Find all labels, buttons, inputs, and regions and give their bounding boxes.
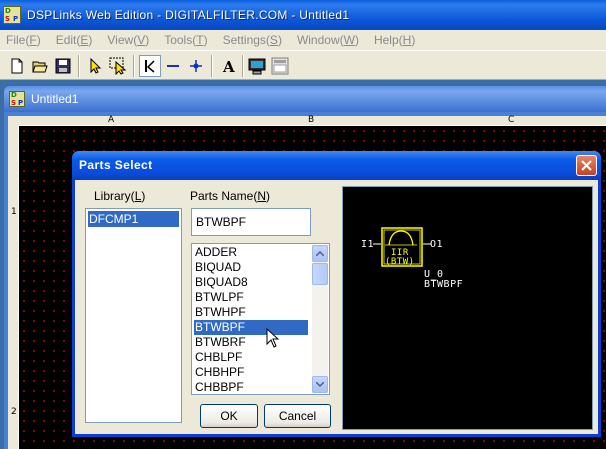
column-label-c: C (508, 115, 515, 125)
scroll-up-button[interactable] (312, 245, 328, 262)
row-label-2: 2 (11, 407, 17, 417)
monitor-icon[interactable] (246, 55, 268, 77)
list-item[interactable]: CHBLPF (194, 350, 308, 365)
select-pointer-icon[interactable] (84, 55, 106, 77)
dialog-title: Parts Select (79, 158, 153, 172)
menu-settings-label: Settings (222, 33, 266, 47)
toolbar-separator (78, 55, 80, 77)
library-list[interactable]: DFCMP1 (85, 208, 182, 423)
logo-letter-s: S (5, 15, 11, 23)
menu-settings-key: S (269, 33, 278, 47)
menu-tools-label: Tools (164, 33, 193, 47)
list-item[interactable]: BTWHPF (194, 305, 308, 320)
menu-file-label: File (6, 33, 26, 47)
block-label-btw: (BTW) (385, 257, 415, 267)
app-title: DSPLinks Web Edition - DIGITALFILTER.COM… (27, 8, 350, 22)
menu-settings[interactable]: Settings(S) (223, 33, 282, 47)
document-logo-icon: D S P (9, 91, 25, 107)
list-item[interactable]: BTWBRF (194, 335, 308, 350)
menu-view[interactable]: View(V) (107, 33, 149, 47)
menu-edit[interactable]: Edit(E) (56, 33, 93, 47)
wire-tool-icon[interactable] (139, 55, 161, 77)
menu-window[interactable]: Window(W) (297, 33, 359, 47)
toolbar-separator (211, 55, 213, 77)
parts-name-label-text: Parts Name( (190, 189, 258, 203)
chevron-down-icon (316, 382, 324, 387)
list-item-selected[interactable]: BTWBPF (194, 320, 308, 335)
document-title-bar[interactable]: D S P Untitled1 (4, 86, 606, 112)
parts-scrollbar[interactable] (312, 245, 328, 393)
menu-window-key: W (343, 33, 355, 47)
list-item[interactable]: ADDER (194, 245, 308, 260)
menu-tools-key: T (196, 33, 204, 47)
dialog-body: Library(L) Parts Name(N) DFCMP1 BTWBPF A… (75, 180, 598, 434)
part-name-label: BTWBPF (424, 279, 464, 290)
junction-tool-icon[interactable] (185, 55, 207, 77)
cancel-button[interactable]: Cancel (264, 404, 331, 428)
column-label-a: A (108, 115, 115, 125)
new-file-icon[interactable] (6, 55, 28, 77)
dialog-title-bar[interactable]: Parts Select (72, 151, 601, 180)
parts-name-input[interactable]: BTWBPF (191, 208, 311, 236)
properties-icon[interactable] (269, 55, 291, 77)
scroll-down-button[interactable] (312, 376, 328, 393)
save-icon[interactable] (52, 55, 74, 77)
select-area-icon[interactable] (107, 55, 129, 77)
ok-button[interactable]: OK (200, 404, 258, 428)
list-item[interactable]: BIQUAD8 (194, 275, 308, 290)
menubar: File(F) Edit(E) View(V) Tools(T) Setting… (0, 30, 606, 50)
menu-view-label: View (107, 33, 134, 47)
chevron-up-icon (316, 251, 324, 256)
logo-letter-p: P (13, 15, 19, 23)
menu-tools[interactable]: Tools(T) (164, 33, 207, 47)
parts-name-label-end: ) (266, 189, 271, 203)
menu-window-label: Window (296, 33, 340, 47)
toolbar-separator (242, 55, 244, 77)
toolbar-separator (133, 55, 135, 77)
mouse-cursor-icon (266, 328, 280, 348)
output-pin-label: O1 (430, 239, 444, 250)
logo-letter-d: D (5, 7, 11, 15)
toolbar: A (0, 50, 606, 80)
close-button[interactable] (576, 155, 597, 176)
library-item-dfcmp1[interactable]: DFCMP1 (88, 211, 179, 227)
list-item[interactable]: CHBHPF (194, 365, 308, 380)
doc-logo-letter-p: P (18, 99, 24, 107)
input-pin-line (373, 243, 381, 245)
menu-file-key: F (29, 33, 37, 47)
library-label: Library(L) (94, 189, 145, 203)
menu-file[interactable]: File(F) (6, 33, 41, 47)
library-label-text: Library( (94, 189, 135, 203)
scroll-thumb[interactable] (312, 263, 328, 285)
part-preview: I1 IIR (BTW) O1 U_0 BTWBPF (342, 186, 593, 430)
list-item[interactable]: CHBBPF (194, 380, 308, 394)
line-tool-icon[interactable] (162, 55, 184, 77)
menu-help-key: H (402, 33, 412, 47)
svg-text:A: A (222, 58, 235, 74)
parts-name-label-key: N (257, 189, 267, 203)
menu-edit-label: Edit (55, 33, 77, 47)
text-tool-icon[interactable]: A (217, 55, 239, 77)
list-item[interactable]: BTWLPF (194, 290, 308, 305)
column-ruler: A B C (8, 116, 606, 125)
document-title: Untitled1 (31, 92, 79, 106)
close-icon (581, 160, 592, 171)
library-label-end: ) (141, 189, 146, 203)
open-folder-icon[interactable] (29, 55, 51, 77)
row-ruler: 1 2 (8, 125, 18, 449)
app-logo-icon: D S P (3, 6, 21, 24)
column-label-b: B (308, 115, 315, 125)
menu-edit-key: E (80, 33, 89, 47)
menu-help[interactable]: Help(H) (374, 33, 415, 47)
doc-logo-letter-d: D (11, 91, 17, 99)
menu-help-label: Help (373, 33, 399, 47)
parts-list[interactable]: ADDER BIQUAD BIQUAD8 BTWLPF BTWHPF BTWBP… (191, 243, 330, 395)
list-item[interactable]: BIQUAD (194, 260, 308, 275)
row-label-1: 1 (11, 207, 17, 217)
parts-name-label: Parts Name(N) (190, 189, 270, 203)
app-title-bar[interactable]: D S P DSPLinks Web Edition - DIGITALFILT… (0, 0, 606, 30)
parts-select-dialog: Parts Select Library(L) Parts Name(N) DF… (72, 151, 601, 437)
menu-view-key: V (137, 33, 146, 47)
doc-logo-letter-s: S (11, 99, 17, 107)
